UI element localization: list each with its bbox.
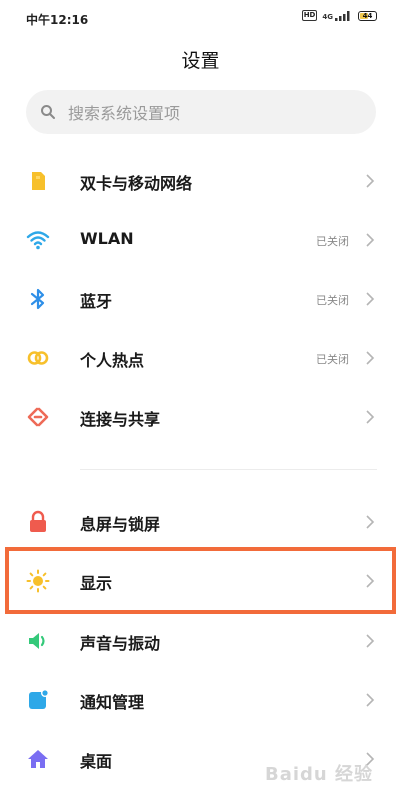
chevron-right-icon bbox=[365, 409, 375, 429]
settings-item-connection-share[interactable]: 连接与共享 bbox=[0, 388, 401, 446]
chevron-right-icon bbox=[365, 232, 375, 252]
status-time: 中午12:16 bbox=[26, 13, 89, 27]
network-type: 4G bbox=[322, 12, 333, 21]
hotspot-icon bbox=[26, 346, 50, 370]
status-bar: 中午12:16 HD 4G 44 bbox=[0, 0, 401, 36]
hd-icon: HD bbox=[301, 10, 318, 21]
chevron-right-icon bbox=[365, 633, 375, 653]
chevron-right-icon bbox=[365, 514, 375, 534]
sim-card-icon bbox=[26, 169, 50, 193]
search-bar[interactable] bbox=[26, 90, 376, 136]
settings-item-label: 蓝牙 bbox=[80, 292, 113, 311]
chevron-right-icon bbox=[365, 173, 375, 193]
settings-item-bluetooth[interactable]: 蓝牙 已关闭 bbox=[0, 270, 401, 328]
settings-item-label: 息屏与锁屏 bbox=[80, 515, 161, 534]
settings-item-label: 个人热点 bbox=[80, 351, 145, 370]
battery-level: 44 bbox=[362, 11, 373, 20]
connection-share-icon bbox=[26, 405, 50, 429]
settings-item-status: 已关闭 bbox=[316, 294, 349, 307]
home-icon bbox=[26, 747, 50, 771]
speaker-icon bbox=[26, 629, 50, 653]
bluetooth-icon bbox=[26, 287, 50, 311]
search-input[interactable] bbox=[66, 90, 360, 136]
signal-icon: 4G bbox=[322, 10, 353, 21]
settings-item-sim[interactable]: 双卡与移动网络 bbox=[0, 152, 401, 210]
chevron-right-icon bbox=[365, 692, 375, 712]
settings-item-label: 声音与振动 bbox=[80, 634, 161, 653]
settings-item-status: 已关闭 bbox=[316, 235, 349, 248]
settings-item-hotspot[interactable]: 个人热点 已关闭 bbox=[0, 329, 401, 387]
lock-icon bbox=[26, 510, 50, 534]
settings-item-notifications[interactable]: 通知管理 bbox=[0, 671, 401, 729]
settings-item-status: 已关闭 bbox=[316, 353, 349, 366]
settings-item-label: WLAN bbox=[80, 229, 134, 248]
settings-item-sound[interactable]: 声音与振动 bbox=[0, 612, 401, 670]
status-icons: HD 4G 44 bbox=[301, 10, 377, 21]
highlight-box bbox=[5, 547, 396, 614]
search-icon bbox=[40, 104, 56, 124]
section-divider bbox=[80, 469, 377, 470]
battery-icon: 44 bbox=[358, 10, 377, 21]
settings-item-label: 通知管理 bbox=[80, 693, 145, 712]
wifi-icon bbox=[26, 228, 50, 252]
notification-icon bbox=[26, 688, 50, 712]
page-title: 设置 bbox=[181, 50, 220, 72]
settings-item-lock-screen[interactable]: 息屏与锁屏 bbox=[0, 493, 401, 551]
settings-item-label: 连接与共享 bbox=[80, 410, 161, 429]
settings-item-wlan[interactable]: WLAN 已关闭 bbox=[0, 211, 401, 269]
chevron-right-icon bbox=[365, 350, 375, 370]
chevron-right-icon bbox=[365, 291, 375, 311]
settings-item-label: 双卡与移动网络 bbox=[80, 174, 193, 193]
settings-item-label: 桌面 bbox=[80, 752, 113, 771]
watermark: Baidu 经验 bbox=[264, 764, 373, 785]
